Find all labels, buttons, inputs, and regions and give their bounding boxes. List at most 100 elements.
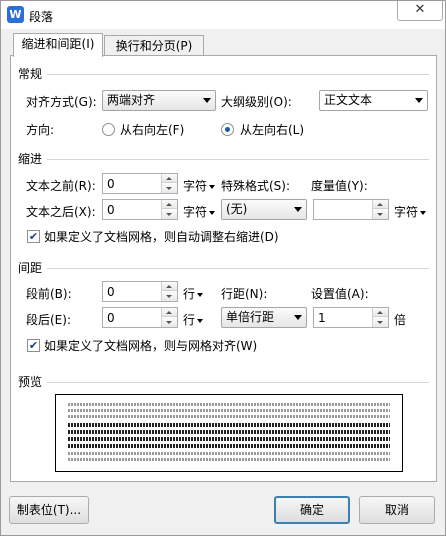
spin-down-icon[interactable]	[373, 318, 388, 327]
unit-dropdown-icon	[197, 292, 204, 297]
rtl-radio[interactable]	[102, 123, 115, 136]
chevron-down-icon	[415, 98, 423, 103]
ltr-label: 从左向右(L)	[240, 123, 305, 137]
spin-down-icon[interactable]	[373, 210, 388, 219]
line-spacing-value: 单倍行距	[226, 310, 275, 324]
amount-input[interactable]	[313, 199, 389, 220]
spin-up-icon[interactable]	[162, 308, 177, 317]
spin-up-icon[interactable]	[162, 282, 177, 291]
tab-panel: 常规 对齐方式(G): 两端对齐 大纲级别(O): 正文文本 方向: 从右向左(…	[10, 55, 437, 482]
indent-grid-checkbox[interactable]: ✔	[27, 230, 40, 243]
indent-before-value: 0	[107, 177, 115, 191]
amount-unit[interactable]: 字符	[394, 204, 427, 220]
amount-label: 度量值(Y):	[311, 179, 368, 193]
outline-level-label: 大纲级别(O):	[221, 95, 292, 109]
spin-up-icon[interactable]	[162, 174, 177, 183]
indent-after-input[interactable]: 0	[102, 199, 178, 220]
preview-line	[68, 458, 390, 461]
spin-up-icon[interactable]	[162, 200, 177, 209]
space-after-unit-label: 行	[183, 313, 196, 327]
special-format-select[interactable]: (无)	[221, 199, 307, 220]
indent-after-value: 0	[107, 203, 115, 217]
check-icon: ✔	[28, 339, 39, 352]
alignment-select[interactable]: 两端对齐	[102, 90, 216, 111]
cancel-button[interactable]: 取消	[359, 496, 435, 524]
unit-dropdown-icon	[197, 318, 204, 323]
setting-value-input[interactable]: 1	[313, 307, 389, 328]
divider	[47, 382, 429, 383]
spin-up-icon[interactable]	[373, 200, 388, 209]
amount-unit-label: 字符	[394, 205, 419, 219]
spin-down-icon[interactable]	[162, 318, 177, 327]
check-icon: ✔	[28, 230, 39, 243]
indent-grid-label: 如果定义了文档网格，则自动调整右缩进(D)	[44, 230, 279, 244]
unit-dropdown-icon	[209, 184, 216, 189]
preview-line	[68, 403, 390, 406]
close-icon: ✕	[414, 2, 426, 17]
close-button[interactable]: ✕	[397, 1, 443, 21]
dialog-title: 段落	[29, 10, 54, 24]
outline-level-value: 正文文本	[324, 93, 373, 107]
chevron-down-icon	[203, 98, 211, 103]
chevron-down-icon	[294, 207, 302, 212]
setting-value-label: 设置值(A):	[311, 287, 369, 301]
space-before-unit-label: 行	[183, 287, 196, 301]
tab-indent-spacing[interactable]: 缩进和间距(I)	[13, 33, 103, 57]
special-format-label: 特殊格式(S):	[221, 179, 291, 193]
line-spacing-label: 行距(N):	[221, 287, 268, 301]
paragraph-preview	[55, 394, 403, 472]
general-heading: 常规	[18, 67, 43, 81]
spin-up-icon[interactable]	[373, 308, 388, 317]
alignment-label: 对齐方式(G):	[26, 95, 97, 109]
indent-after-label: 文本之后(X):	[26, 205, 96, 219]
chevron-down-icon	[294, 315, 302, 320]
outline-level-select[interactable]: 正文文本	[319, 90, 428, 111]
preview-line	[68, 423, 390, 427]
indent-after-unit-label: 字符	[183, 205, 208, 219]
preview-line	[68, 430, 390, 434]
space-before-input[interactable]: 0	[102, 281, 178, 302]
preview-line	[68, 415, 390, 418]
spacing-heading: 间距	[18, 261, 43, 275]
rtl-label: 从右向左(F)	[120, 123, 185, 137]
indent-before-input[interactable]: 0	[102, 173, 178, 194]
paragraph-dialog: W 段落 ✕ 缩进和间距(I) 换行和分页(P) 常规 对齐方式(G): 两端对…	[0, 0, 446, 536]
tab-stops-button[interactable]: 制表位(T)...	[9, 496, 89, 524]
indent-heading: 缩进	[18, 152, 43, 166]
spacing-grid-checkbox[interactable]: ✔	[27, 339, 40, 352]
unit-dropdown-icon	[209, 210, 216, 215]
preview-heading: 预览	[18, 375, 43, 389]
space-before-label: 段前(B):	[26, 287, 72, 301]
spacing-grid-label: 如果定义了文档网格，则与网格对齐(W)	[44, 339, 258, 353]
indent-after-unit[interactable]: 字符	[183, 204, 216, 220]
setting-value: 1	[318, 311, 326, 325]
space-after-input[interactable]: 0	[102, 307, 178, 328]
space-after-unit[interactable]: 行	[183, 312, 204, 328]
divider	[47, 74, 429, 75]
indent-before-unit[interactable]: 字符	[183, 178, 216, 194]
indent-before-label: 文本之前(R):	[26, 179, 96, 193]
space-before-unit[interactable]: 行	[183, 286, 204, 302]
wps-writer-icon: W	[7, 6, 24, 23]
unit-dropdown-icon	[420, 210, 427, 215]
setting-value-unit: 倍	[394, 313, 407, 327]
preview-line	[68, 444, 390, 448]
alignment-value: 两端对齐	[107, 93, 156, 107]
spin-down-icon[interactable]	[162, 210, 177, 219]
title-bar: W 段落 ✕	[1, 1, 445, 29]
divider	[47, 268, 429, 269]
divider	[47, 159, 429, 160]
spin-down-icon[interactable]	[162, 184, 177, 193]
space-before-value: 0	[107, 285, 115, 299]
preview-line	[68, 452, 390, 455]
special-format-value: (无)	[226, 202, 248, 216]
line-spacing-select[interactable]: 单倍行距	[221, 307, 307, 328]
spin-down-icon[interactable]	[162, 292, 177, 301]
tab-line-page-breaks[interactable]: 换行和分页(P)	[104, 35, 204, 57]
space-after-value: 0	[107, 311, 115, 325]
space-after-label: 段后(E):	[26, 313, 71, 327]
preview-line	[68, 437, 390, 441]
ok-button[interactable]: 确定	[274, 496, 350, 524]
indent-before-unit-label: 字符	[183, 179, 208, 193]
ltr-radio[interactable]	[221, 123, 234, 136]
